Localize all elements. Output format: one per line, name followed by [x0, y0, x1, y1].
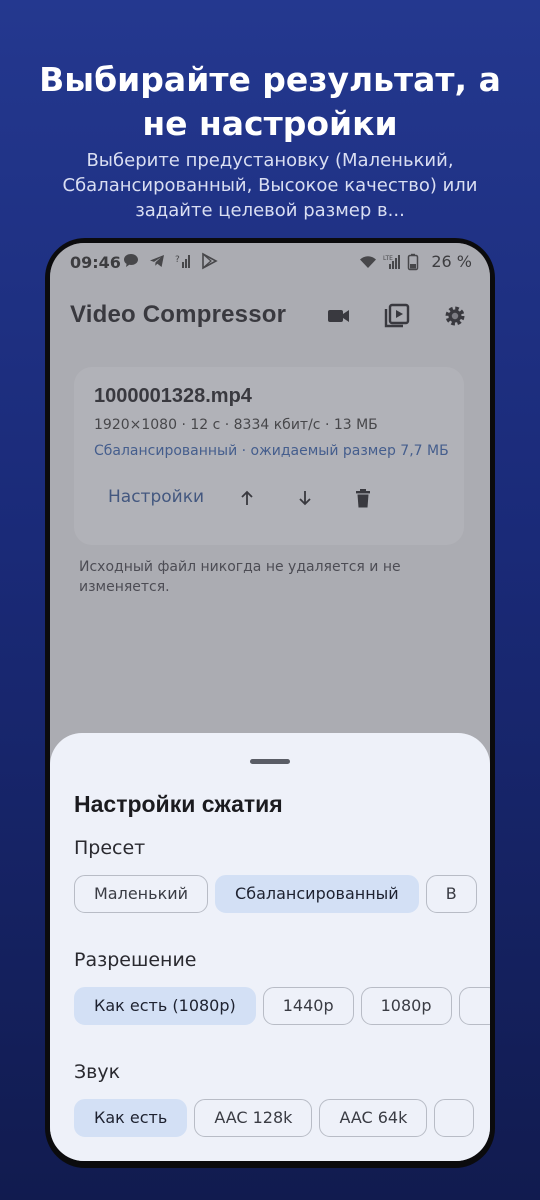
- resolution-chip[interactable]: 1440p: [262, 987, 354, 1025]
- audio-chip[interactable]: [434, 1099, 475, 1137]
- preset-chip[interactable]: Маленький: [74, 875, 209, 913]
- audio-chip[interactable]: Как есть: [74, 1099, 188, 1137]
- preset-chip[interactable]: Сбалансированный: [215, 875, 419, 913]
- audio-label: Звук: [74, 1061, 121, 1083]
- promo-title: Выбирайте результат, а не настройки: [39, 60, 501, 143]
- preset-chip[interactable]: В: [425, 875, 477, 913]
- promo-subtitle: Выберите предустановку (Маленький, Сбала…: [62, 150, 478, 221]
- resolution-chips: Как есть (1080p) 1440p 1080p: [74, 987, 490, 1027]
- sheet-title: Настройки сжатия: [74, 791, 283, 817]
- resolution-chip[interactable]: Как есть (1080p): [74, 987, 256, 1025]
- audio-chip[interactable]: AAC 128k: [194, 1099, 313, 1137]
- compression-settings-sheet: Настройки сжатия Пресет Маленький Сбаланс…: [50, 733, 490, 1161]
- phone-screen: 09:46 ? LTE 26 % Video Compressor 100000…: [50, 243, 490, 1161]
- audio-chip[interactable]: AAC 64k: [319, 1099, 428, 1137]
- resolution-chip[interactable]: [458, 987, 490, 1025]
- audio-chips: Как есть AAC 128k AAC 64k: [74, 1099, 490, 1139]
- preset-chips: Маленький Сбалансированный В: [74, 875, 490, 915]
- sheet-drag-handle[interactable]: [250, 759, 290, 764]
- resolution-label: Разрешение: [74, 949, 197, 971]
- resolution-chip[interactable]: 1080p: [360, 987, 452, 1025]
- preset-label: Пресет: [74, 837, 146, 859]
